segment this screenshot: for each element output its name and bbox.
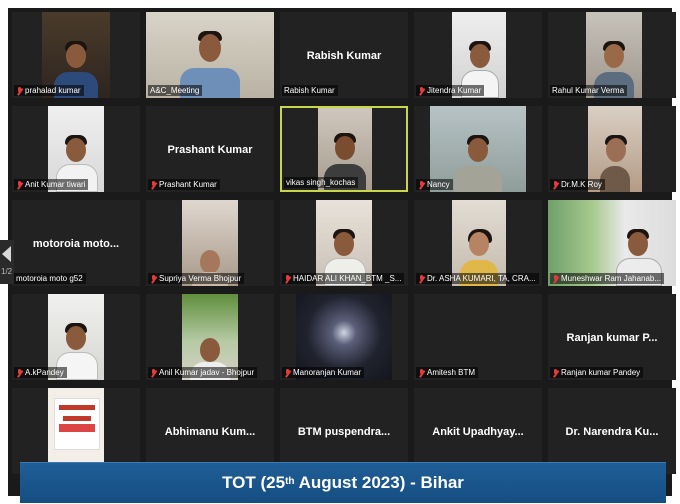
participant-name-label: Rahul Kumar Verma — [550, 85, 628, 96]
participant-name-label: Dr. ASHA KUMARI, TA, CRA... — [416, 273, 539, 284]
participant-center-name: Prashant Kumar — [167, 143, 253, 156]
participant-tile[interactable]: motoroia moto... motoroia moto g52 — [12, 200, 140, 286]
mic-muted-icon — [16, 180, 23, 189]
participant-tile[interactable]: Rabish Kumar Rabish Kumar — [280, 12, 408, 98]
mic-muted-icon — [16, 368, 23, 377]
previous-page-button[interactable]: 1/2 — [0, 240, 14, 284]
banner-title-suffix: August 2023) - Bihar — [294, 473, 464, 492]
participant-name-label: Supriya Verma Bhojpur — [148, 273, 245, 284]
mic-muted-icon — [552, 368, 559, 377]
participant-center-name: motoroia moto... — [32, 237, 120, 250]
participant-tile[interactable]: Amitesh BTM — [414, 294, 542, 380]
banner-title-prefix: TOT (25 — [222, 473, 286, 492]
participant-tile[interactable]: Dr. ASHA KUMARI, TA, CRA... — [414, 200, 542, 286]
participant-tile[interactable]: HAIDAR ALI KHAN_BTM _S... — [280, 200, 408, 286]
participant-name-label: Rabish Kumar — [282, 85, 338, 96]
participant-tile-active-speaker[interactable]: vikas singh_kochas — [280, 106, 408, 192]
mic-muted-icon — [284, 368, 291, 377]
participant-name-label: Anit Kumar tiwari — [14, 179, 89, 190]
participant-name-label: Dr.M.K Roy — [550, 179, 605, 190]
participant-name-label: prahalad kumar — [14, 85, 84, 96]
participant-name-label: Jitendra Kumar — [416, 85, 485, 96]
participant-center-name: Dr. Narendra Ku... — [565, 425, 659, 438]
participant-tile[interactable]: Anil Kumar jadav - Bhojpur — [146, 294, 274, 380]
participant-tile[interactable]: Dr.M.K Roy — [548, 106, 676, 192]
participant-tile[interactable]: A.kPandey — [12, 294, 140, 380]
participant-name-label: motoroia moto g52 — [14, 273, 86, 284]
mic-muted-icon — [552, 274, 559, 283]
participant-tile[interactable]: Nancy — [414, 106, 542, 192]
participant-name-label: Anil Kumar jadav - Bhojpur — [148, 367, 258, 378]
participant-name-label: Muneshwar Ram Jahanab... — [550, 273, 665, 284]
participant-name-label: Manoranjan Kumar — [282, 367, 365, 378]
participant-name-label: Ranjan kumar Pandey — [550, 367, 644, 378]
event-title-banner: TOT (25 th August 2023) - Bihar — [20, 462, 666, 503]
mic-muted-icon — [16, 86, 23, 95]
participant-center-name: Ranjan kumar P... — [566, 331, 658, 344]
mic-muted-icon — [418, 368, 425, 377]
mic-muted-icon — [284, 274, 291, 283]
participant-center-name: Abhimanu Kum... — [164, 425, 256, 438]
poster-image — [54, 398, 100, 450]
mic-muted-icon — [418, 274, 425, 283]
mic-muted-icon — [150, 274, 157, 283]
banner-title-superscript: th — [285, 475, 295, 487]
mic-muted-icon — [150, 368, 157, 377]
participant-tile[interactable]: Jitendra Kumar — [414, 12, 542, 98]
participant-name-label: A.kPandey — [14, 367, 67, 378]
participant-tile[interactable]: Muneshwar Ram Jahanab... — [548, 200, 676, 286]
participant-name-label: Nancy — [416, 179, 453, 190]
participant-tile[interactable]: prahalad kumar — [12, 12, 140, 98]
mic-muted-icon — [418, 180, 425, 189]
participant-name-label: HAIDAR ALI KHAN_BTM _S... — [282, 273, 405, 284]
participant-tile[interactable]: Manoranjan Kumar — [280, 294, 408, 380]
mic-muted-icon — [150, 180, 157, 189]
page-indicator: 1/2 — [1, 267, 13, 276]
participant-tile[interactable]: A&C_Meeting — [146, 12, 274, 98]
mic-muted-icon — [418, 86, 425, 95]
participant-name-label: A&C_Meeting — [148, 85, 203, 96]
participant-tile[interactable]: Ranjan kumar P... Ranjan kumar Pandey — [548, 294, 676, 380]
participant-tile[interactable]: Prashant Kumar Prashant Kumar — [146, 106, 274, 192]
person-figure — [454, 132, 502, 192]
participant-tile[interactable]: Supriya Verma Bhojpur — [146, 200, 274, 286]
participant-name-label: Amitesh BTM — [416, 367, 479, 378]
participant-grid: prahalad kumar A&C_Meeting Rabish Kumar … — [12, 12, 676, 492]
participant-name-label: Prashant Kumar — [148, 179, 220, 190]
mic-muted-icon — [552, 180, 559, 189]
participant-center-name: Rabish Kumar — [306, 49, 382, 62]
participant-center-name: Ankit Upadhyay... — [432, 425, 524, 438]
participant-tile[interactable]: Anit Kumar tiwari — [12, 106, 140, 192]
participant-name-label: vikas singh_kochas — [284, 177, 359, 188]
participant-center-name: BTM puspendra... — [297, 425, 391, 438]
chevron-left-icon — [2, 246, 11, 262]
participant-tile[interactable]: Rahul Kumar Verma — [548, 12, 676, 98]
